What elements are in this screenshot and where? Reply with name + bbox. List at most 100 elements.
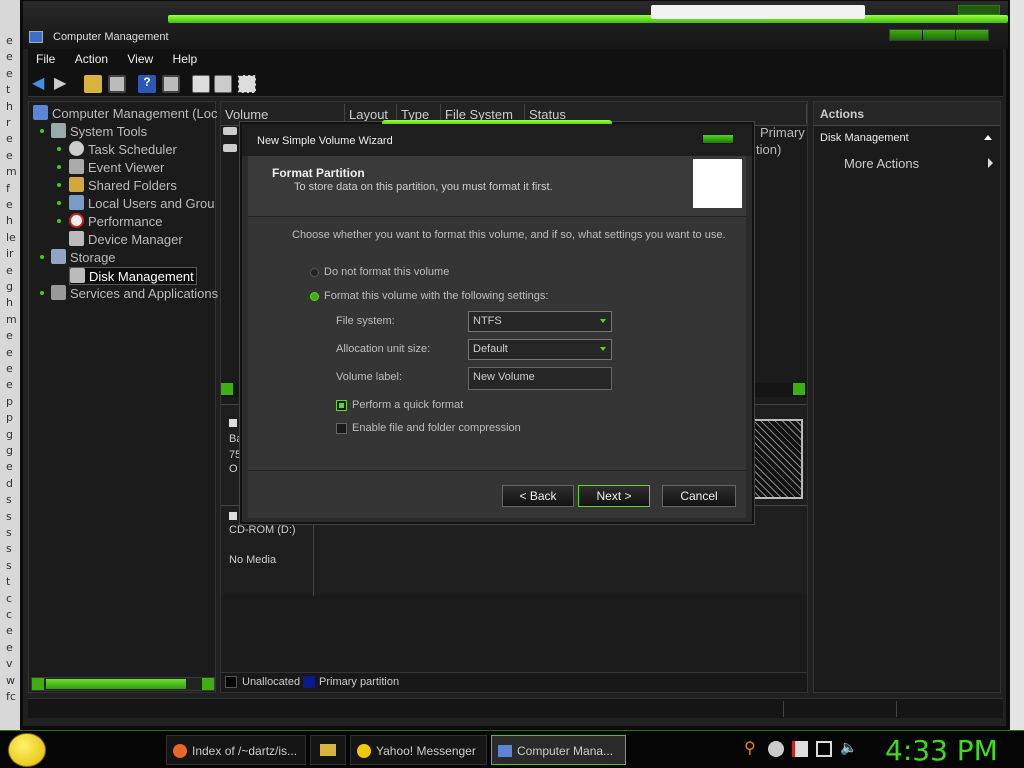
tree-task-scheduler[interactable]: Task Scheduler (69, 141, 177, 157)
file-system-value: NTFS (473, 315, 502, 327)
radio-format[interactable] (310, 292, 319, 301)
wizard-close-button[interactable] (702, 134, 734, 144)
window-title: Computer Management (53, 31, 169, 43)
wizard-title-bar[interactable]: New Simple Volume Wizard (242, 124, 752, 156)
firefox-icon (173, 744, 187, 758)
navigation-tree: Computer Management (Loc System Tools Ta… (28, 101, 218, 693)
expand-dot (40, 129, 44, 133)
up-folder-icon[interactable] (84, 75, 102, 93)
background-window-letter: e (6, 198, 13, 211)
computer-management-icon (498, 745, 512, 757)
file-system-select[interactable]: NTFS (468, 311, 612, 332)
scroll-left-arrow-icon[interactable] (32, 678, 44, 690)
back-button[interactable]: < Back (502, 485, 574, 507)
tree-services[interactable]: Services and Applications (51, 285, 218, 301)
menu-view[interactable]: View (119, 49, 161, 69)
tree-shared-folders[interactable]: Shared Folders (69, 177, 177, 193)
wizard-heading: Format Partition (272, 166, 365, 180)
scrollbar-thumb[interactable] (46, 679, 186, 689)
export-icon[interactable] (214, 75, 232, 93)
taskbar-clock[interactable]: 4:33 PM (885, 734, 998, 767)
tree-disk-management[interactable]: Disk Management (69, 267, 197, 285)
volume-label-label: Volume label: (336, 371, 403, 383)
scroll-right-arrow-icon[interactable] (793, 383, 805, 395)
start-button-smiley-icon[interactable] (8, 733, 46, 767)
scroll-left-arrow-icon[interactable] (221, 383, 233, 395)
storage-icon (51, 249, 66, 264)
tree-storage[interactable]: Storage (51, 249, 116, 265)
next-button[interactable]: Next > (578, 485, 650, 507)
background-window-letter: h (6, 99, 13, 113)
tree-performance[interactable]: Performance (69, 213, 162, 229)
compression-checkbox[interactable] (336, 423, 347, 434)
background-window-letter: f (6, 181, 10, 195)
actions-section-disk-management[interactable]: Disk Management (814, 130, 1000, 148)
tree-device-manager-label: Device Manager (88, 232, 183, 247)
task-folder[interactable] (310, 735, 346, 765)
menu-action[interactable]: Action (67, 49, 116, 69)
compression-label[interactable]: Enable file and folder compression (352, 422, 521, 434)
close-button[interactable] (956, 30, 989, 40)
disk-tool-icon[interactable] (238, 75, 256, 93)
background-window-letter: e (6, 378, 13, 392)
wizard-title: New Simple Volume Wizard (257, 135, 393, 147)
menu-file[interactable]: File (28, 49, 63, 69)
allocation-unit-select[interactable]: Default (468, 339, 612, 360)
title-bar[interactable]: Computer Management (23, 1, 1008, 49)
quick-format-checkbox[interactable] (336, 400, 347, 411)
tree-scrollbar[interactable] (31, 677, 215, 691)
tree-device-manager[interactable]: Device Manager (69, 231, 183, 247)
volume-icon[interactable]: 🔈 (840, 739, 857, 755)
forward-arrow-icon[interactable]: ▶ (54, 73, 72, 92)
window-controls[interactable] (889, 29, 989, 41)
more-actions-link[interactable]: More Actions (844, 156, 919, 171)
quick-format-label[interactable]: Perform a quick format (352, 399, 463, 411)
security-tray-icon[interactable] (792, 741, 808, 757)
menu-help[interactable]: Help (165, 49, 206, 69)
wizard-header: Format Partition To store data on this p… (248, 156, 746, 216)
legend-primary-label: Primary partition (319, 676, 400, 688)
messenger-tray-icon[interactable] (768, 741, 784, 757)
properties-icon[interactable] (162, 75, 180, 93)
background-window-strip: e e e t h r e e m f e h le ir e g h m e e e e p p g g e d s s s s s t c c e e… (0, 0, 20, 730)
background-window-letter: t (6, 83, 11, 97)
wizard-header-image (693, 159, 742, 208)
scroll-right-arrow-icon[interactable] (202, 678, 214, 690)
tree-local-users[interactable]: Local Users and Grou (69, 195, 214, 211)
network-tray-icon[interactable] (816, 741, 832, 757)
cancel-button[interactable]: Cancel (662, 485, 736, 507)
radio-format-label[interactable]: Format this volume with the following se… (324, 290, 548, 302)
maximize-button[interactable] (923, 30, 956, 40)
show-hide-tree-icon[interactable] (108, 75, 126, 93)
partition-block[interactable] (751, 419, 803, 499)
column-volume[interactable]: Volume (221, 104, 345, 124)
search-icon[interactable]: ⚲ (744, 738, 760, 757)
radio-no-format[interactable] (310, 268, 319, 277)
task-firefox[interactable]: Index of /~dartz/is... (166, 735, 306, 765)
window-controls-top[interactable] (958, 5, 1000, 15)
menu-bar: File Action View Help (28, 49, 1003, 71)
background-window-letter: g (6, 427, 13, 441)
more-actions-arrow-icon[interactable] (988, 158, 993, 168)
status-bar (28, 698, 1003, 718)
radio-no-format-label[interactable]: Do not format this volume (324, 266, 449, 278)
task-yahoo[interactable]: Yahoo! Messenger (350, 735, 487, 765)
minimize-button[interactable] (890, 30, 923, 40)
back-arrow-icon[interactable]: ◀ (32, 73, 50, 92)
collapse-arrow-icon[interactable] (984, 135, 992, 140)
task-computer-management[interactable]: Computer Mana... (491, 735, 626, 765)
refresh-icon[interactable] (192, 75, 210, 93)
tree-event-viewer[interactable]: Event Viewer (69, 159, 164, 175)
yahoo-icon (357, 744, 371, 758)
expand-dot (57, 147, 61, 151)
tree-system-tools-label: System Tools (70, 124, 148, 139)
background-window-letter: p (6, 411, 13, 425)
background-window-letter: c (6, 591, 13, 605)
tree-system-tools[interactable]: System Tools (51, 123, 147, 139)
device-manager-icon (69, 231, 84, 246)
help-icon[interactable]: ? (138, 75, 156, 93)
wizard-body: Choose whether you want to format this v… (248, 216, 746, 470)
background-window-letter: ir (6, 247, 14, 261)
tree-root[interactable]: Computer Management (Loc (33, 105, 217, 121)
volume-label-input[interactable]: New Volume (468, 367, 612, 390)
